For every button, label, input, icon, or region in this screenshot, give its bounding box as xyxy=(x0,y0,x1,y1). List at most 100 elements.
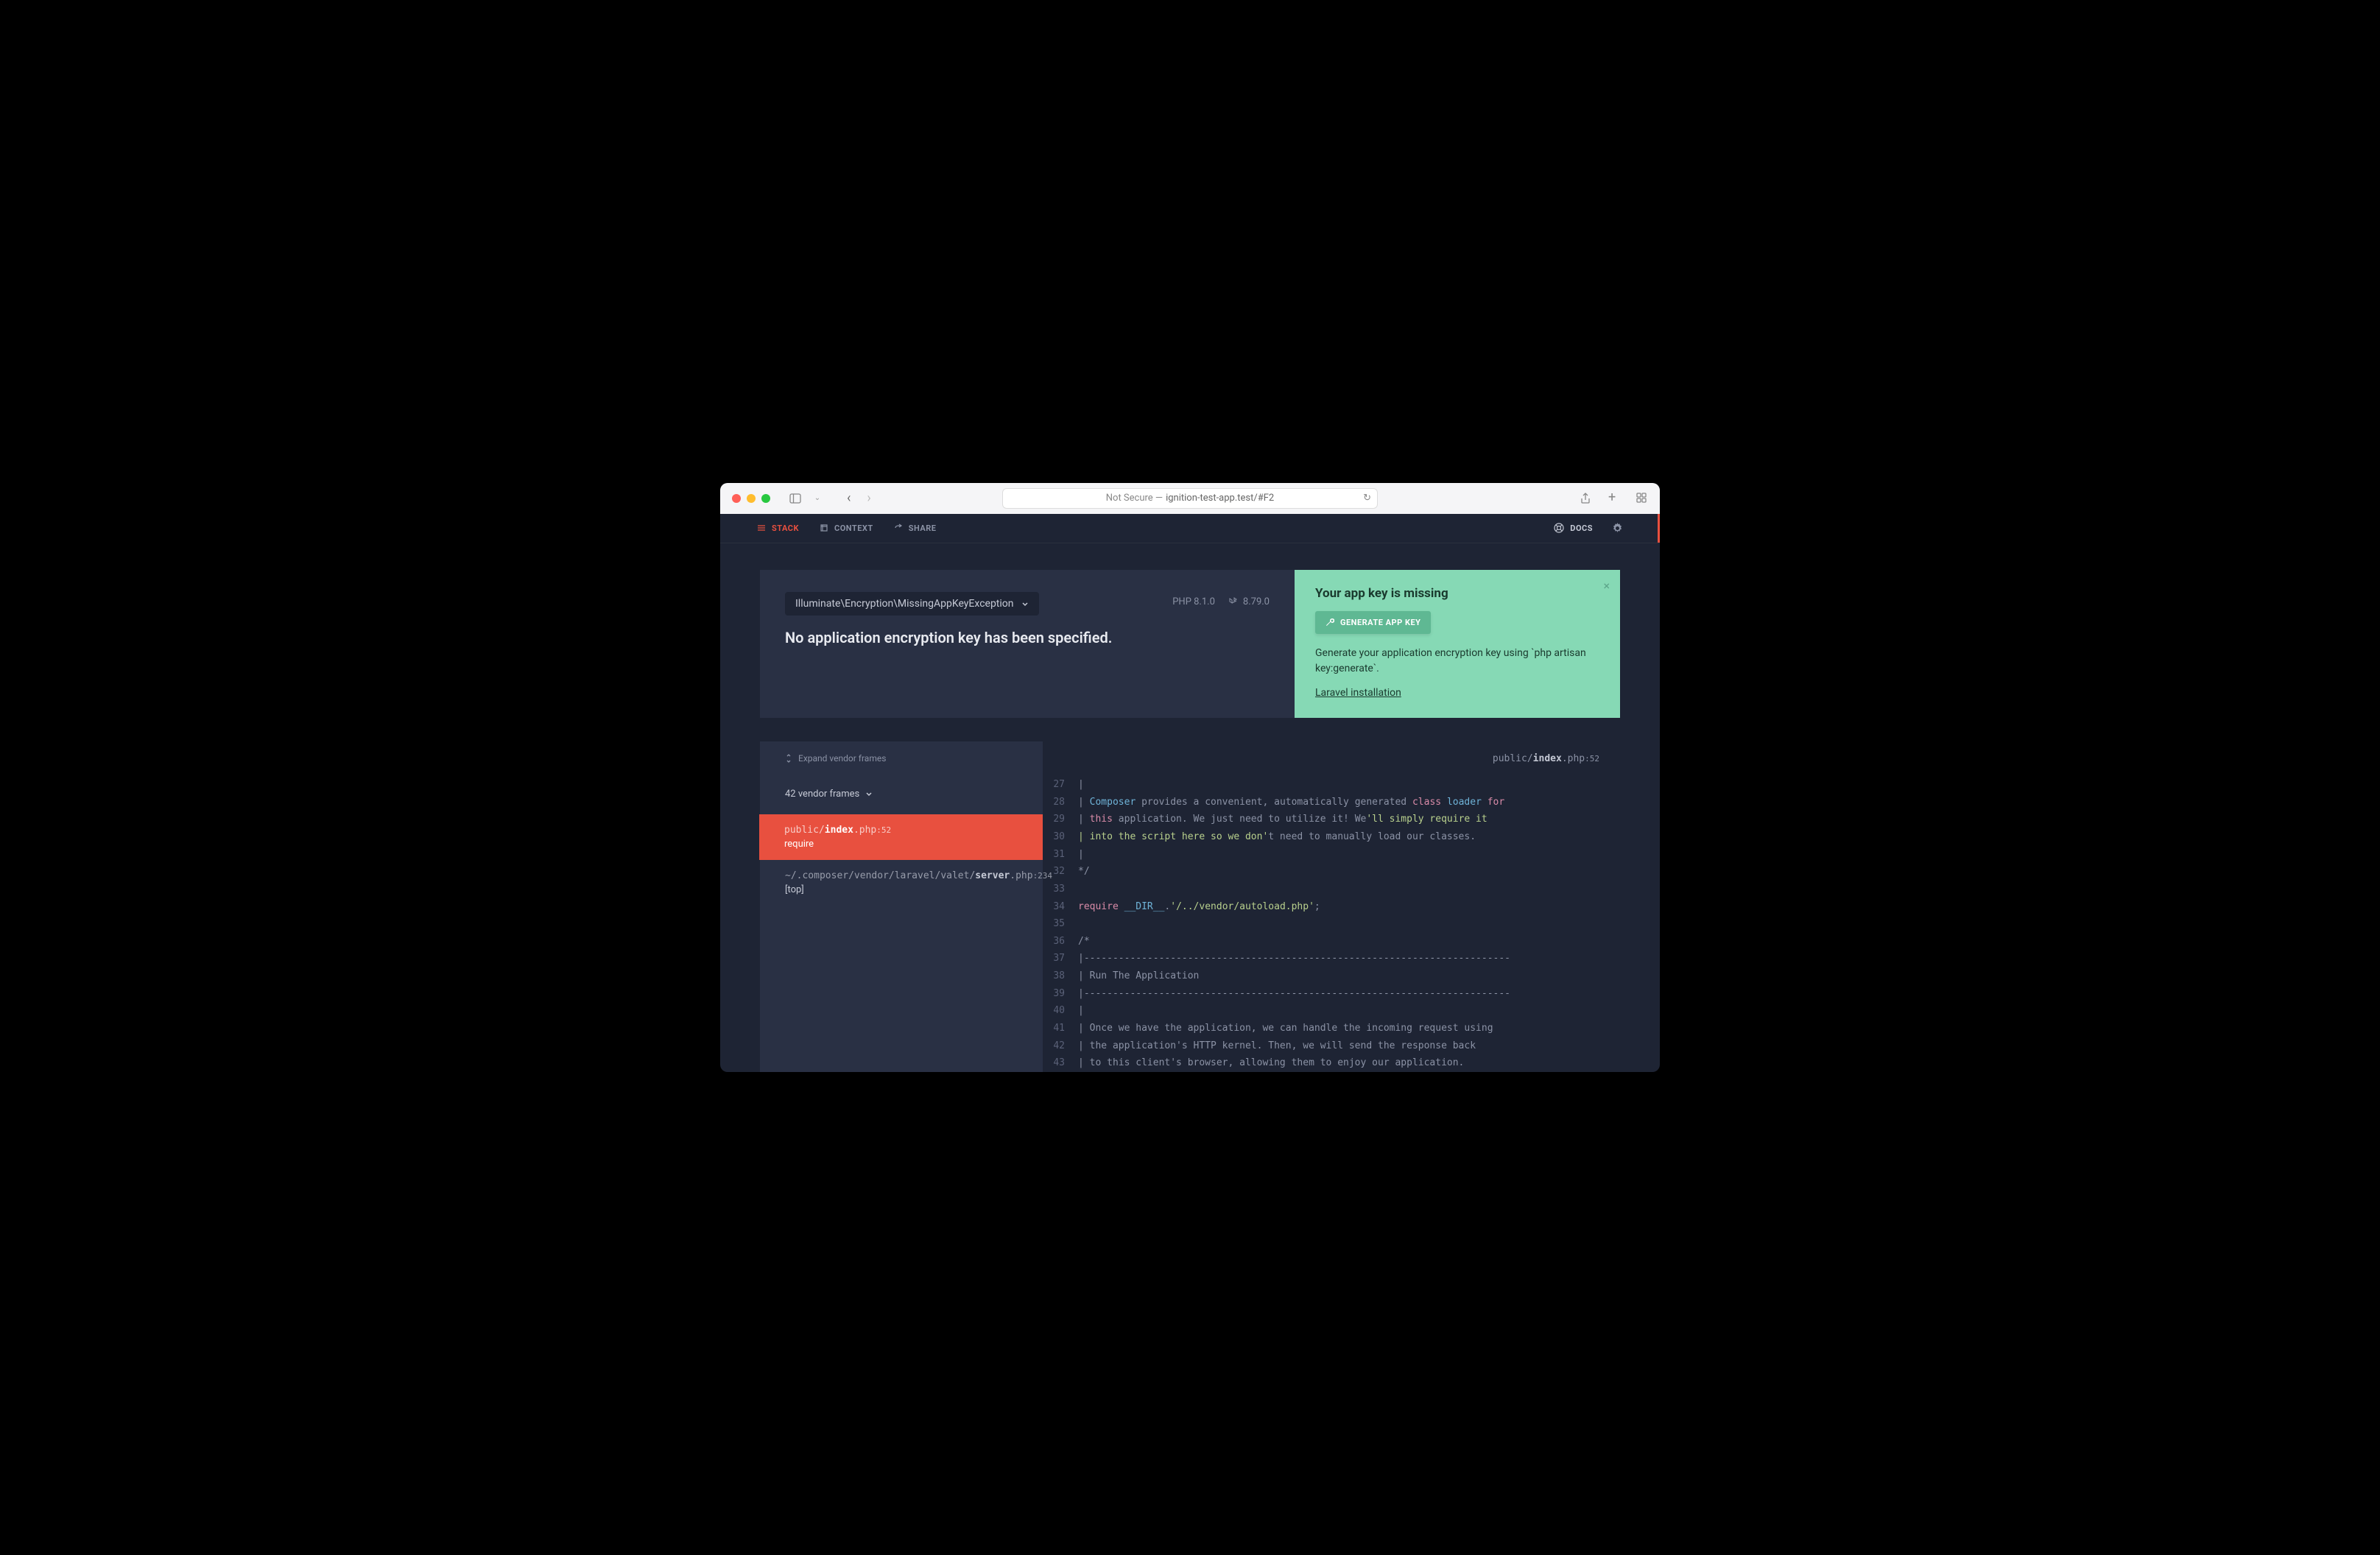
line-number: 28 xyxy=(1043,794,1078,811)
vendor-frames-toggle[interactable]: 42 vendor frames xyxy=(785,784,873,804)
security-label: Not Secure — xyxy=(1106,493,1163,504)
app-nav: STACK CONTEXT SHARE DOCS xyxy=(720,514,1660,543)
line-number: 37 xyxy=(1043,950,1078,967)
chevron-down-icon[interactable]: ⌄ xyxy=(811,493,823,504)
docs-label: DOCS xyxy=(1570,523,1593,533)
generate-button-label: GENERATE APP KEY xyxy=(1340,618,1420,627)
code-line: 33 xyxy=(1043,881,1620,898)
solution-link[interactable]: Laravel installation xyxy=(1315,687,1599,699)
exception-message: No application encryption key has been s… xyxy=(785,629,1270,646)
code-line: 30| into the script here so we don't nee… xyxy=(1043,828,1620,846)
chevron-down-icon xyxy=(1021,600,1029,607)
gear-icon[interactable] xyxy=(1612,523,1623,534)
line-content: | this application. We just need to util… xyxy=(1078,811,1620,828)
line-content: | the application's HTTP kernel. Then, w… xyxy=(1078,1037,1620,1055)
code-line: 36/* xyxy=(1043,933,1620,951)
line-content: |---------------------------------------… xyxy=(1078,950,1620,967)
code-line: 32*/ xyxy=(1043,863,1620,881)
close-icon[interactable]: × xyxy=(1603,579,1610,593)
traffic-lights xyxy=(732,494,770,503)
php-version: PHP 8.1.0 xyxy=(1172,596,1215,607)
exception-chip[interactable]: Illuminate\Encryption\MissingAppKeyExcep… xyxy=(785,592,1039,616)
tab-share[interactable]: SHARE xyxy=(894,523,937,533)
line-content xyxy=(1078,881,1620,898)
code-line: 28| Composer provides a convenient, auto… xyxy=(1043,794,1620,811)
line-number: 41 xyxy=(1043,1020,1078,1037)
stack-area: Expand vendor frames 42 vendor frames pu… xyxy=(720,718,1660,1072)
tab-stack-label: STACK xyxy=(772,523,799,533)
wrench-icon xyxy=(1325,618,1334,627)
line-content: | xyxy=(1078,846,1620,864)
refresh-icon[interactable]: ↻ xyxy=(1363,493,1371,504)
line-number: 27 xyxy=(1043,776,1078,794)
code-line: 41| Once we have the application, we can… xyxy=(1043,1020,1620,1037)
line-number: 34 xyxy=(1043,898,1078,916)
chevron-down-icon xyxy=(865,790,873,797)
tabs-grid-icon[interactable] xyxy=(1636,493,1648,504)
sidebar-toggle-icon[interactable] xyxy=(789,493,801,504)
solution-description: Generate your application encryption key… xyxy=(1315,646,1599,677)
code-line: 43| to this client's browser, allowing t… xyxy=(1043,1054,1620,1072)
new-tab-icon[interactable]: + xyxy=(1608,493,1620,504)
frame-active[interactable]: public/index.php:52 require xyxy=(759,814,1043,860)
line-content xyxy=(1078,915,1620,933)
line-number: 39 xyxy=(1043,985,1078,1003)
tab-context[interactable]: CONTEXT xyxy=(820,523,873,533)
titlebar-right: + xyxy=(1580,493,1648,504)
code-line: 42| the application's HTTP kernel. Then,… xyxy=(1043,1037,1620,1055)
nav-right: DOCS xyxy=(1554,523,1623,534)
frame-function: require xyxy=(784,839,1018,850)
back-button[interactable]: ‹ xyxy=(847,490,851,506)
browser-window: ⌄ ‹ › Not Secure — ignition-test-app.tes… xyxy=(720,483,1660,1072)
line-number: 38 xyxy=(1043,967,1078,985)
expand-icon xyxy=(785,754,792,763)
tab-stack[interactable]: STACK xyxy=(757,523,799,533)
frame-path: ~/.composer/vendor/laravel/valet/server.… xyxy=(785,870,1018,881)
line-number: 35 xyxy=(1043,915,1078,933)
line-number: 33 xyxy=(1043,881,1078,898)
code-line: 35 xyxy=(1043,915,1620,933)
line-number: 43 xyxy=(1043,1054,1078,1072)
frame-function: [top] xyxy=(785,884,1018,895)
line-content: | into the script here so we don't need … xyxy=(1078,828,1620,846)
code-line: 31| xyxy=(1043,846,1620,864)
docs-link[interactable]: DOCS xyxy=(1554,523,1593,533)
minimize-window-button[interactable] xyxy=(747,494,756,503)
solution-title: Your app key is missing xyxy=(1315,586,1599,601)
line-number: 42 xyxy=(1043,1037,1078,1055)
line-number: 40 xyxy=(1043,1002,1078,1020)
code-header: public/index.php:52 xyxy=(1043,741,1620,776)
line-content: | Once we have the application, we can h… xyxy=(1078,1020,1620,1037)
maximize-window-button[interactable] xyxy=(761,494,770,503)
expand-label: Expand vendor frames xyxy=(798,753,886,764)
generate-app-key-button[interactable]: GENERATE APP KEY xyxy=(1315,611,1431,634)
code-line: 29| this application. We just need to ut… xyxy=(1043,811,1620,828)
line-content: | Composer provides a convenient, automa… xyxy=(1078,794,1620,811)
expand-vendor-frames[interactable]: Expand vendor frames xyxy=(760,741,1043,775)
laravel-version: 8.79.0 xyxy=(1228,596,1270,607)
exception-class: Illuminate\Encryption\MissingAppKeyExcep… xyxy=(795,598,1014,610)
line-content: | xyxy=(1078,1002,1620,1020)
line-number: 30 xyxy=(1043,828,1078,846)
solution-card: × Your app key is missing GENERATE APP K… xyxy=(1295,570,1620,718)
url-bar[interactable]: Not Secure — ignition-test-app.test/#F2 … xyxy=(1002,488,1378,509)
code-column: public/index.php:52 27|28| Composer prov… xyxy=(1043,741,1620,1072)
line-content: |---------------------------------------… xyxy=(1078,985,1620,1003)
error-card: Illuminate\Encryption\MissingAppKeyExcep… xyxy=(760,570,1295,718)
line-content: | xyxy=(1078,776,1620,794)
frame-item[interactable]: ~/.composer/vendor/laravel/valet/server.… xyxy=(760,860,1043,906)
frames-column: Expand vendor frames 42 vendor frames pu… xyxy=(760,741,1043,1072)
share-icon[interactable] xyxy=(1580,493,1592,504)
life-ring-icon xyxy=(1554,523,1564,533)
close-window-button[interactable] xyxy=(732,494,741,503)
stack-icon xyxy=(757,523,766,532)
code-line: 38| Run The Application xyxy=(1043,967,1620,985)
code-body[interactable]: 27|28| Composer provides a convenient, a… xyxy=(1043,776,1620,1072)
line-number: 36 xyxy=(1043,933,1078,951)
laravel-icon xyxy=(1228,596,1239,607)
code-line: 27| xyxy=(1043,776,1620,794)
share-arrow-icon xyxy=(894,523,903,532)
forward-button[interactable]: › xyxy=(867,490,870,506)
tab-share-label: SHARE xyxy=(909,523,937,533)
code-line: 37|-------------------------------------… xyxy=(1043,950,1620,967)
